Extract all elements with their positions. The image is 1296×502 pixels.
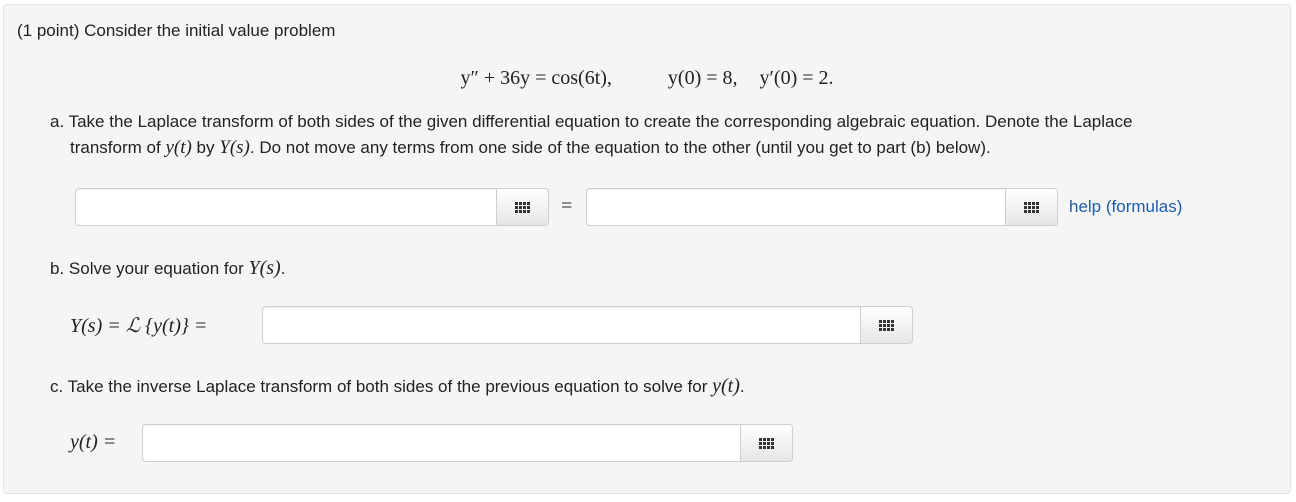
help-formulas-link[interactable]: help (formulas) (1069, 197, 1182, 217)
problem-panel: (1 point) Consider the initial value pro… (3, 4, 1291, 494)
palette-button-a-right[interactable] (1006, 188, 1058, 226)
initial-condition-1: y(0) = 8, (667, 67, 738, 89)
part-b-text: b. Solve your equation for (50, 259, 244, 278)
answer-a-right-input[interactable] (586, 188, 1006, 226)
palette-button-a-left[interactable] (497, 188, 549, 226)
Y-of-s-symbol: Y(s) (219, 137, 250, 158)
palette-button-b[interactable] (861, 306, 913, 344)
problem-intro: (1 point) Consider the initial value pro… (17, 21, 336, 40)
answer-a-left-input[interactable] (75, 188, 497, 226)
part-c-text: c. Take the inverse Laplace transform of… (50, 377, 708, 396)
differential-equation: y″ + 36y = cos(6t), (460, 67, 612, 89)
part-a-text: transform of (70, 138, 161, 157)
Y-of-s-symbol: Y(s) (248, 257, 281, 279)
y-of-t-symbol: y(t) (165, 137, 192, 158)
equals-sign: = (561, 195, 573, 217)
part-a-line2: transform of y(t) by Y(s). Do not move a… (70, 137, 991, 159)
part-c-prompt: c. Take the inverse Laplace transform of… (50, 375, 745, 398)
part-a-text-by: by (196, 138, 215, 157)
inverse-laplace-label: y(t) = (70, 431, 117, 453)
part-c-period: . (739, 377, 745, 396)
answer-c-input[interactable] (142, 424, 741, 462)
part-a-text-post: . Do not move any terms from one side of… (249, 138, 991, 157)
part-b-period: . (280, 259, 286, 278)
equation-palette-icon (515, 201, 530, 213)
equation-palette-icon (759, 437, 774, 449)
palette-button-c[interactable] (741, 424, 793, 462)
equation-palette-icon (1024, 201, 1039, 213)
initial-condition-2: y′(0) = 2. (759, 67, 834, 89)
answer-b-input[interactable] (262, 306, 861, 344)
laplace-label: Y(s) = ℒ {y(t)} = (70, 315, 208, 337)
part-b-prompt: b. Solve your equation for Y(s). (50, 257, 285, 280)
y-of-t-symbol: y(t) (712, 375, 740, 397)
part-a-line1: a. Take the Laplace transform of both si… (50, 112, 1133, 131)
equation-palette-icon (879, 319, 894, 331)
ivp-equation: y″ + 36y = cos(6t), y(0) = 8, y′(0) = 2. (4, 67, 1290, 90)
